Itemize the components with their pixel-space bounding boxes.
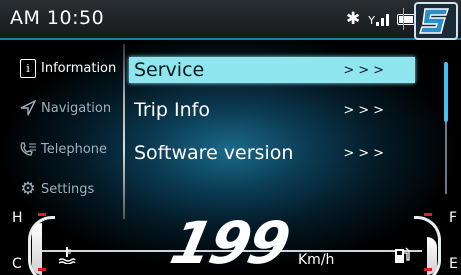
temperature-low-tick [38,268,46,271]
signal-bars-icon: Y [368,12,389,26]
menu-item-software-version[interactable]: Software version >>> [129,140,415,166]
sidebar-item-navigation[interactable]: Navigation [0,90,122,126]
sidebar-item-label: Information [41,60,117,76]
telephone-icon [18,139,38,159]
menu-item-service[interactable]: Service >>> [129,57,415,83]
bluetooth-icon: ✱ [346,9,361,29]
speed-readout: 199 [164,209,295,275]
sidebar-item-label: Settings [41,181,95,197]
fuel-empty-label: E [449,256,458,272]
sidebar-item-settings[interactable]: ⚙ Settings [0,171,122,207]
fuel-full-tick [424,213,432,216]
fuel-pump-icon [394,246,410,268]
menu-item-label: Software version [134,142,294,164]
status-bar: AM 10:50 ✱ Y [0,0,461,40]
speed-unit: Km/h [298,252,335,268]
fuel-empty-tick [424,268,432,271]
temp-low-label: C [12,256,22,272]
fuel-gauge [414,216,441,275]
temp-high-label: H [12,210,23,226]
temperature-warning-tick [38,213,46,216]
fuel-full-label: F [449,210,458,226]
status-divider [403,8,404,30]
clock: AM 10:50 [10,7,105,29]
information-icon: i [18,58,38,78]
coolant-temperature-icon [58,246,76,269]
brand-logo-icon [414,2,458,40]
menu-item-trip-info[interactable]: Trip Info >>> [129,97,415,123]
chevron-right-icon: >>> [343,102,388,118]
sidebar-item-label: Navigation [41,100,112,116]
navigation-arrow-icon [18,98,38,118]
chevron-right-icon: >>> [343,145,388,161]
temperature-gauge [28,216,55,275]
menu-item-label: Trip Info [134,99,210,121]
menu-item-label: Service [134,59,205,81]
chevron-right-icon: >>> [343,62,388,78]
sidebar-item-information[interactable]: i Information [0,50,122,86]
gauge-cluster: H C 199 Km/h F E [0,208,461,275]
scrollbar-thumb[interactable] [444,62,448,122]
gear-icon: ⚙ [20,179,36,199]
sidebar-item-label: Telephone [41,141,108,157]
status-icons: ✱ Y [346,8,422,30]
dashboard-screen: AM 10:50 ✱ Y i Information Navigation Te… [0,0,461,275]
sidebar-divider [123,44,125,219]
sidebar-item-telephone[interactable]: Telephone [0,131,122,167]
